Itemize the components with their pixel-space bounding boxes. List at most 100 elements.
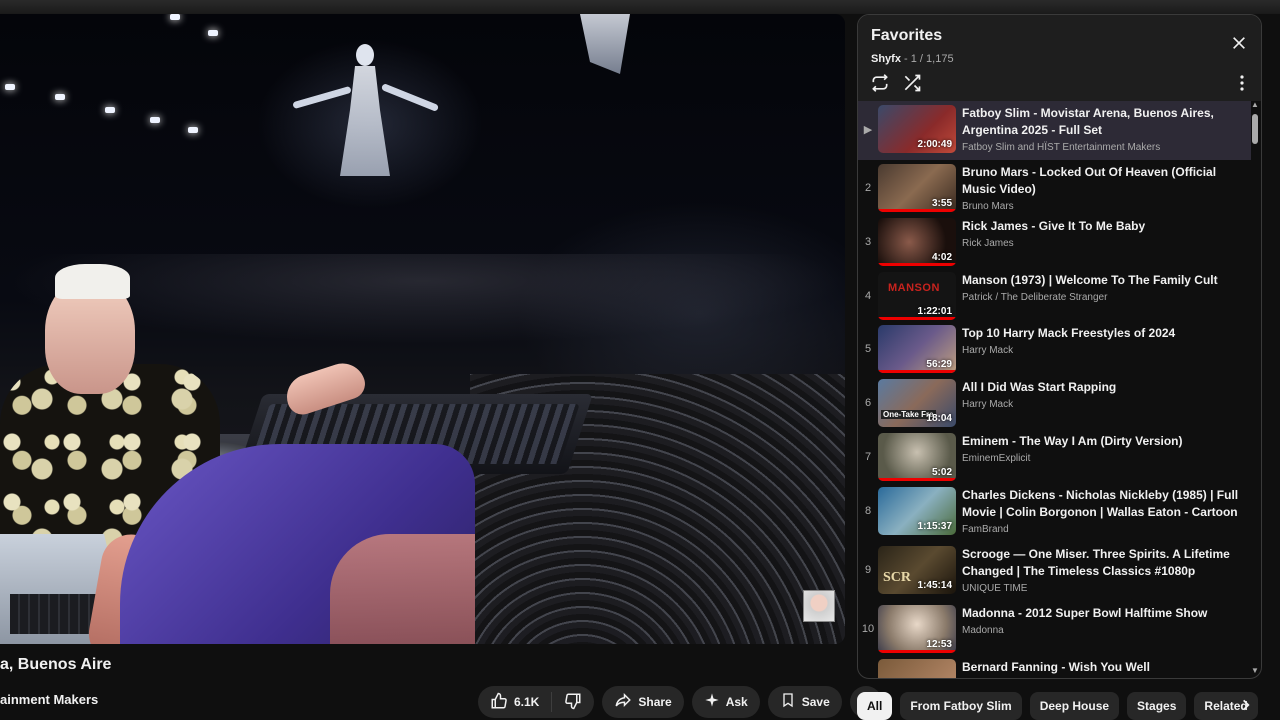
video-title[interactable]: Charles Dickens - Nicholas Nickleby (198… — [962, 487, 1242, 521]
video-thumbnail[interactable]: 12:53 — [878, 604, 956, 653]
share-button[interactable]: Share — [602, 686, 684, 718]
playlist-item[interactable]: 4 MANSON 1:22:01 Manson (1973) | Welcome… — [858, 268, 1251, 322]
playlist-title[interactable]: Favorites — [871, 27, 942, 45]
video-channel: Harry Mack — [962, 345, 1014, 357]
video-duration: 2:00:49 — [917, 139, 952, 150]
video-title[interactable]: Madonna - 2012 Super Bowl Halftime Show — [962, 605, 1242, 622]
video-duration: 1:45:14 — [917, 579, 952, 591]
video-title: a, Buenos Aire — [0, 656, 112, 673]
playlist-item[interactable]: ▶ 2:00:49 Fatboy Slim - Movistar Arena, … — [858, 101, 1251, 160]
video-thumbnail[interactable]: One-Take Fre 18:04 — [878, 379, 956, 428]
video-thumbnail[interactable]: 5:02 — [878, 432, 956, 481]
dislike-button[interactable] — [552, 686, 594, 718]
playlist-item[interactable]: 7 5:02 Eminem - The Way I Am (Dirty Vers… — [858, 429, 1251, 483]
video-duration: 1:15:37 — [917, 520, 952, 532]
share-icon — [614, 691, 632, 713]
video-title[interactable]: Scrooge — One Miser. Three Spirits. A Li… — [962, 546, 1242, 580]
video-title[interactable]: Eminem - The Way I Am (Dirty Version) — [962, 433, 1242, 450]
filter-chips: All From Fatboy Slim Deep House Stages R… — [857, 692, 1258, 720]
chip-stages[interactable]: Stages — [1127, 692, 1187, 720]
video-duration: 3:55 — [931, 198, 952, 209]
bookmark-icon — [780, 691, 796, 713]
playlist-position: - 1 / 1,175 — [900, 53, 954, 65]
watch-progress — [878, 477, 956, 481]
watch-progress — [878, 649, 956, 653]
video-channel: EminemExplicit — [962, 452, 1031, 464]
video-duration: 18:04 — [926, 413, 952, 425]
stage-light — [208, 30, 218, 36]
item-index: 6 — [864, 397, 872, 410]
video-channel: Madonna — [962, 624, 1004, 636]
screen-figure — [292, 44, 440, 194]
scroll-down-icon[interactable]: ▼ — [1251, 666, 1259, 675]
thumbnail-text: SCR — [883, 569, 912, 585]
video-title[interactable]: Rick James - Give It To Me Baby — [962, 218, 1242, 235]
playlist-item[interactable]: 9 SCR 1:45:14 Scrooge — One Miser. Three… — [858, 542, 1251, 601]
playlist-scrollbar[interactable]: ▲ ▼ — [1251, 100, 1259, 675]
action-bar: 6.1K Share Ask Save — [478, 686, 882, 718]
shuffle-button[interactable] — [902, 73, 924, 95]
item-index: 10 — [861, 622, 875, 635]
watch-progress — [878, 316, 956, 320]
playlist-panel: Favorites Shyfx - 1 / 1,175 ▶ 2:00:49 Fa… — [857, 14, 1262, 679]
thumbnail-text: MANSON — [888, 281, 940, 294]
close-icon — [1231, 34, 1247, 56]
watch-progress — [878, 262, 956, 266]
item-index: 8 — [864, 504, 872, 517]
video-thumbnail[interactable]: 1:15:37 — [878, 486, 956, 535]
video-thumbnail[interactable]: 56:29 — [878, 325, 956, 374]
playlist-owner[interactable]: Shyfx — [871, 53, 901, 65]
more-vertical-icon — [1240, 75, 1244, 95]
playlist-item[interactable]: 5 56:29 Top 10 Harry Mack Freestyles of … — [858, 321, 1251, 375]
playlist-item[interactable]: 8 1:15:37 Charles Dickens - Nicholas Nic… — [858, 483, 1251, 542]
save-button[interactable]: Save — [767, 686, 842, 718]
now-playing-indicator: ▶ — [863, 124, 873, 136]
playlist-item[interactable]: Bernard Fanning - Wish You Well — [858, 655, 1251, 678]
like-button[interactable]: 6.1K — [478, 686, 551, 718]
video-title[interactable]: Fatboy Slim - Movistar Arena, Buenos Air… — [962, 105, 1242, 139]
chip-from-fatboy-slim[interactable]: From Fatboy Slim — [900, 692, 1022, 720]
like-count: 6.1K — [514, 695, 540, 709]
top-bar — [0, 0, 1280, 14]
video-channel: Fatboy Slim and HÏST Entertainment Maker… — [962, 142, 1161, 153]
channel-watermark[interactable] — [803, 590, 835, 622]
video-title[interactable]: All I Did Was Start Rapping — [962, 379, 1242, 396]
stage-light — [55, 94, 65, 100]
like-dislike-group: 6.1K — [478, 686, 595, 718]
close-playlist-button[interactable] — [1229, 35, 1249, 55]
video-duration: 1:22:01 — [917, 305, 952, 317]
chip-deep-house[interactable]: Deep House — [1029, 692, 1120, 720]
sparkle-icon — [704, 692, 720, 712]
video-thumbnail[interactable]: MANSON 1:22:01 — [878, 271, 956, 320]
playlist-item[interactable]: 6 One-Take Fre 18:04 All I Did Was Start… — [858, 375, 1251, 429]
playlist-item[interactable]: 10 12:53 Madonna - 2012 Super Bowl Halft… — [858, 601, 1251, 655]
chips-next-button[interactable] — [1232, 692, 1260, 720]
playlist-header: Favorites Shyfx - 1 / 1,175 — [858, 15, 1261, 101]
chip-all[interactable]: All — [857, 692, 893, 720]
channel-name[interactable]: ainment Makers — [0, 692, 98, 707]
watch-progress — [878, 370, 956, 374]
video-thumbnail[interactable]: 3:55 — [878, 164, 956, 212]
loop-button[interactable] — [870, 73, 892, 95]
playlist-meta: Shyfx - 1 / 1,175 — [871, 53, 954, 65]
video-title[interactable]: Bruno Mars - Locked Out Of Heaven (Offic… — [962, 164, 1242, 198]
video-thumbnail[interactable]: 4:02 — [878, 217, 956, 266]
playlist-item[interactable]: 3 4:02 Rick James - Give It To Me Baby R… — [858, 214, 1251, 268]
video-thumbnail[interactable]: SCR 1:45:14 — [878, 545, 956, 594]
playlist-item[interactable]: 2 3:55 Bruno Mars - Locked Out Of Heaven… — [858, 160, 1251, 214]
item-index: 7 — [864, 450, 872, 463]
ask-button[interactable]: Ask — [691, 686, 760, 718]
video-title[interactable]: Manson (1973) | Welcome To The Family Cu… — [962, 272, 1242, 289]
video-thumbnail[interactable]: 2:00:49 — [878, 105, 956, 153]
playlist-more-button[interactable] — [1237, 75, 1247, 95]
watch-progress — [878, 209, 956, 212]
scroll-up-icon[interactable]: ▲ — [1251, 100, 1259, 109]
video-thumbnail[interactable] — [878, 658, 956, 678]
video-title[interactable]: Top 10 Harry Mack Freestyles of 2024 — [962, 325, 1242, 342]
video-title[interactable]: Bernard Fanning - Wish You Well — [962, 659, 1242, 676]
save-label: Save — [801, 695, 830, 709]
scrollbar-thumb[interactable] — [1252, 114, 1258, 144]
video-player[interactable] — [0, 14, 845, 644]
thumbs-down-icon — [564, 692, 582, 713]
stage-light — [188, 127, 198, 133]
